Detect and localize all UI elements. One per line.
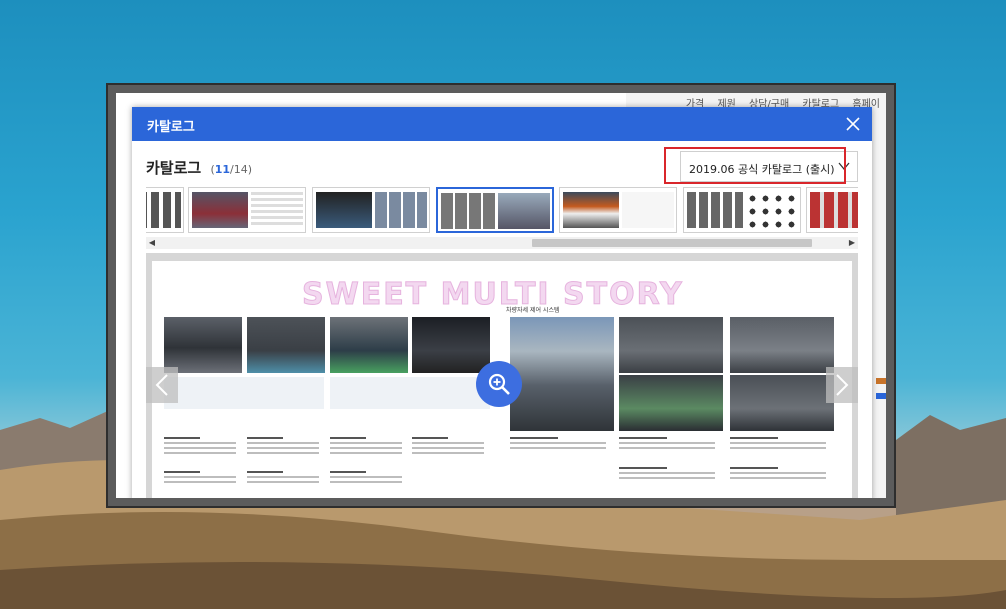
browser-page: 가격 제원 상담/구매 카탈로그 홈페이 카탈로그 카탈로그 (11/14) 2…: [116, 93, 886, 498]
hero-photo: [510, 317, 614, 431]
thumbnail[interactable]: [146, 187, 184, 233]
feature-caption: [247, 471, 319, 495]
zoom-in-icon: [488, 373, 510, 395]
catalog-heading-text: 카탈로그: [146, 159, 202, 177]
feature-caption: [510, 437, 606, 461]
feature-caption: [619, 437, 715, 461]
catalog-version-select[interactable]: 2019.06 공식 카탈로그 (출시): [680, 151, 858, 182]
bg-accent-strip: [876, 393, 886, 399]
zoom-button[interactable]: [476, 361, 522, 407]
close-button[interactable]: [840, 111, 866, 137]
catalog-version-value: 2019.06 공식 카탈로그 (출시): [689, 163, 835, 176]
modal-title: 카탈로그: [147, 120, 195, 135]
feature-photo: [330, 317, 408, 373]
scrollbar-thumb[interactable]: [532, 239, 812, 247]
section-title: 차량자세 제어 시스템: [506, 307, 560, 314]
thumbnail[interactable]: [806, 187, 858, 233]
feature-caption: [164, 471, 236, 495]
bg-accent-strip: [876, 378, 886, 384]
feature-caption: [247, 437, 319, 461]
page-counter: (11/14): [210, 163, 252, 176]
chevron-down-icon: [838, 162, 850, 171]
scroll-right-arrow[interactable]: ▶: [846, 237, 858, 249]
page-total: /14: [230, 163, 248, 176]
catalog-heading: 카탈로그 (11/14): [146, 157, 252, 178]
diagram-strip: [330, 377, 490, 409]
modal-header: 카탈로그: [132, 107, 872, 141]
feature-photo: [164, 317, 242, 373]
thumbnail-active[interactable]: [436, 187, 554, 233]
feature-photo: [619, 317, 723, 373]
thumbnail[interactable]: [683, 187, 801, 233]
watermark-text: SWEET MULTI STORY: [302, 277, 684, 313]
feature-photo: [619, 375, 723, 431]
thumbnail[interactable]: [188, 187, 306, 233]
feature-photo: [730, 317, 834, 373]
feature-caption: [730, 437, 826, 461]
thumbnail-strip: [146, 187, 858, 235]
close-icon: [846, 117, 860, 131]
feature-caption: [330, 437, 402, 461]
catalog-modal: 카탈로그 카탈로그 (11/14) 2019.06 공식 카탈로그 (출시) ◀…: [132, 107, 872, 498]
feature-caption: [412, 437, 484, 461]
prev-page-button[interactable]: [146, 367, 178, 403]
next-page-button[interactable]: [826, 367, 858, 403]
scroll-left-arrow[interactable]: ◀: [146, 237, 158, 249]
thumbnail-scrollbar[interactable]: ◀ ▶: [146, 237, 858, 249]
diagram-strip: [164, 377, 324, 409]
feature-photo: [730, 375, 834, 431]
feature-photo: [247, 317, 325, 373]
feature-caption: [619, 467, 715, 491]
thumbnail[interactable]: [312, 187, 430, 233]
chevron-right-icon: [836, 374, 849, 396]
chevron-left-icon: [155, 374, 168, 396]
feature-photo: [412, 317, 490, 373]
catalog-viewer: SWEET MULTI STORY 차량자세 제어 시스템: [146, 253, 858, 498]
feature-caption: [330, 471, 402, 495]
page-current: 11: [214, 163, 231, 176]
thumbnail[interactable]: [559, 187, 677, 233]
window-frame: 가격 제원 상담/구매 카탈로그 홈페이 카탈로그 카탈로그 (11/14) 2…: [106, 83, 896, 508]
feature-caption: [164, 437, 236, 461]
feature-caption: [730, 467, 826, 491]
page-counter-close: ): [247, 163, 253, 176]
catalog-subheader: 카탈로그 (11/14) 2019.06 공식 카탈로그 (출시): [132, 141, 872, 187]
